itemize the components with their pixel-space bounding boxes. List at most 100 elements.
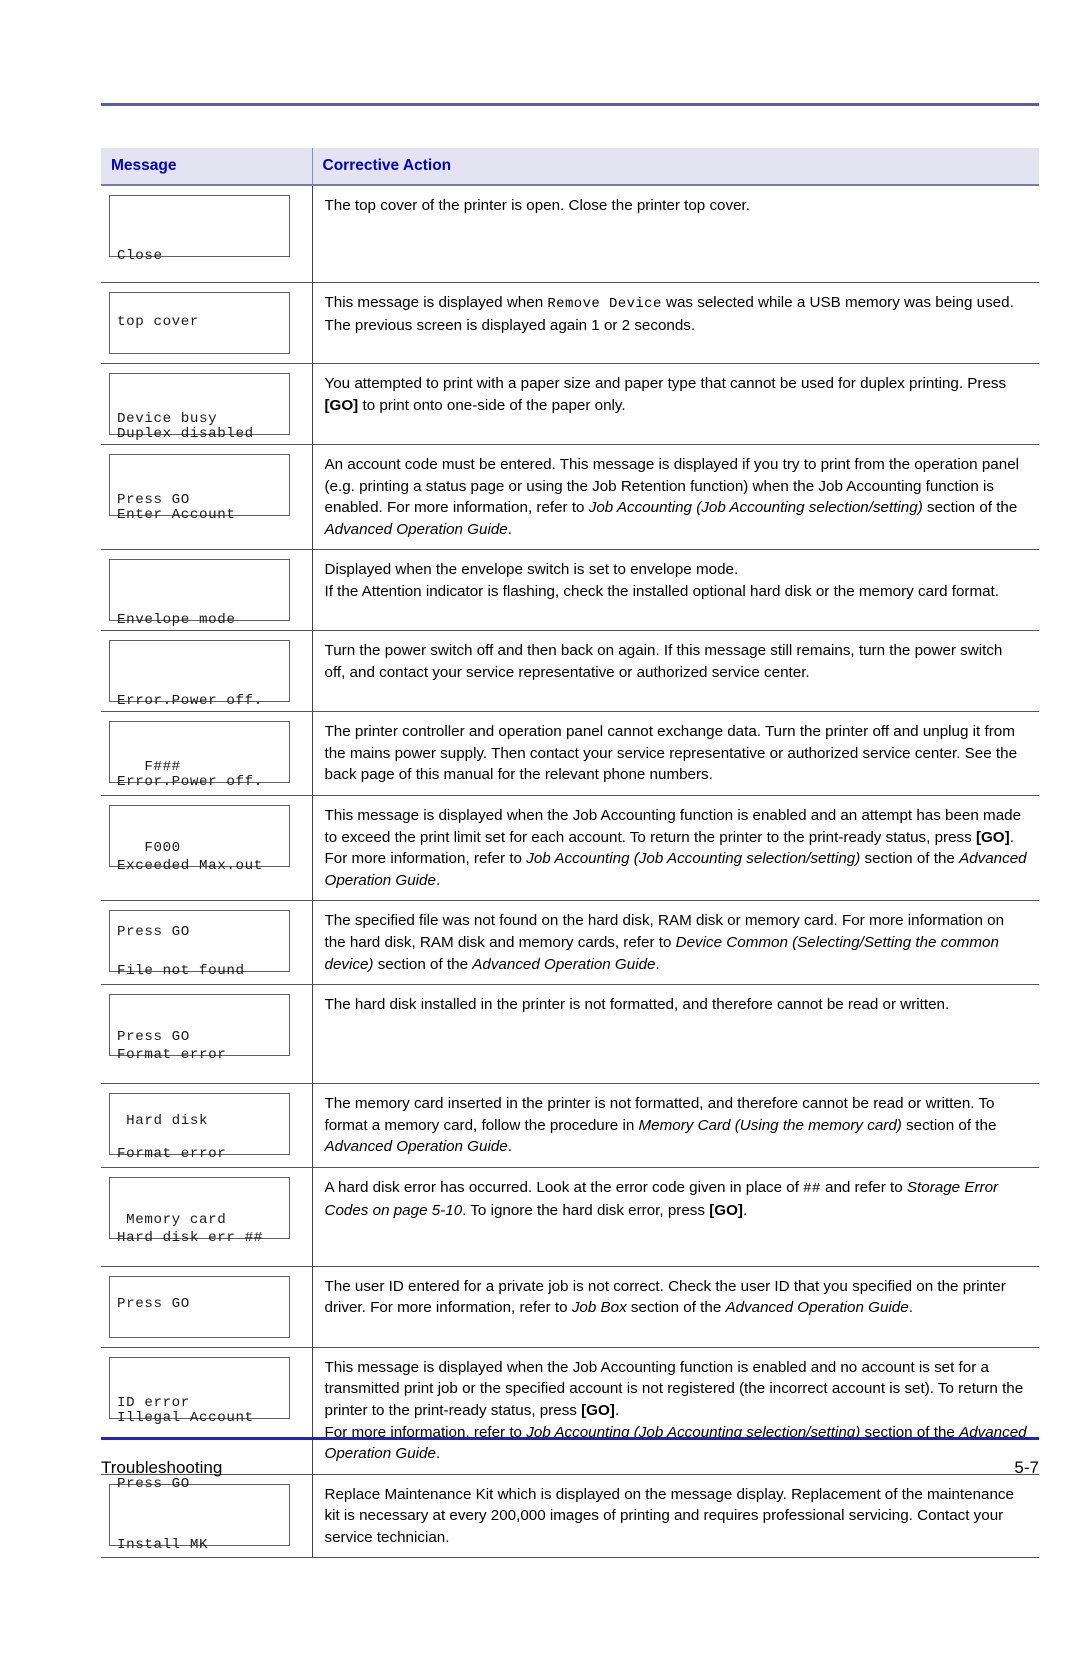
lcd-line-1: Illegal Account (117, 1409, 254, 1426)
lcd-line-1: Close (117, 248, 163, 264)
table-row: Error.Power off. F### Turn the power swi… (101, 630, 1039, 775)
action-text-b: section of the (922, 499, 1018, 517)
lcd-line-1: Exceeded Max.out (117, 858, 263, 875)
table-row: Format error Hard disk The hard disk ins… (101, 984, 1039, 1129)
action-text-a: This message is displayed when the Job A… (324, 807, 1022, 846)
action-paragraph: The user ID entered for a private job is… (325, 1276, 1028, 1319)
action-paragraph: The printer controller and operation pan… (324, 723, 1018, 784)
table-row: Install MK Replace Maintenance Kit which… (101, 1474, 1039, 1559)
action-text-c: . (507, 1138, 512, 1156)
lcd-line-1: Hard disk err ## (117, 1229, 263, 1246)
action-guide-title: Advanced Operation Guide (725, 1299, 909, 1317)
table-row: Duplex disabled Press GO You attempted t… (101, 363, 1039, 508)
corrective-action-cell: A hard disk error has occurred. Look at … (311, 1167, 1039, 1267)
lcd-line-1: Duplex disabled (117, 426, 254, 442)
action-paragraph: Displayed when the envelope switch is se… (324, 561, 739, 579)
action-mono-term: Remove Device (547, 296, 662, 312)
corrective-action-cell: Displayed when the envelope switch is se… (311, 549, 1039, 632)
corrective-action-cell: Turn the power switch off and then back … (311, 630, 1039, 713)
action-text-b: and refer to (820, 1178, 907, 1196)
table-row: Device busy This message is displayed wh… (101, 282, 1039, 427)
error-message-table: Message Corrective Action Close top cove… (101, 148, 1039, 1559)
action-paragraph: This message is displayed when Remove De… (325, 292, 1028, 315)
action-text-b: section of the (626, 1299, 726, 1317)
corrective-action-cell: You attempted to print with a paper size… (311, 363, 1039, 445)
lcd-line-1: Envelope mode (117, 612, 236, 629)
table-row: Enter Account An account code must be en… (101, 444, 1039, 551)
action-paragraph: This message is displayed when the Job A… (325, 1357, 1028, 1422)
action-text-a: This message is displayed when (324, 294, 548, 311)
table-row: Exceeded Max.out Press GO This message i… (101, 795, 1039, 940)
action-key-label: [GO] (709, 1201, 743, 1219)
action-paragraph: Replace Maintenance Kit which is display… (324, 1485, 1014, 1546)
table-row: ID error The user ID entered for a priva… (101, 1266, 1039, 1411)
action-text-b: . (614, 1401, 620, 1419)
document-page: Message Corrective Action Close top cove… (0, 0, 1080, 1559)
message-cell: Hard disk err ## Press GO (101, 1167, 312, 1312)
corrective-action-cell: The printer controller and operation pan… (311, 711, 1039, 797)
action-reference-title: Job Accounting (Job Accounting selection… (526, 850, 861, 868)
action-mono-term: ## (803, 1180, 821, 1197)
lcd-message-box: Duplex disabled Press GO (109, 373, 290, 508)
action-text-c: . (507, 520, 512, 538)
action-paragraph: The specified file was not found on the … (325, 910, 1028, 975)
action-paragraph: The hard disk installed in the printer i… (324, 996, 950, 1014)
action-key-label: [GO] (324, 396, 359, 414)
action-reference-title: Job Accounting (Job Accounting selection… (588, 499, 923, 517)
action-paragraph: The memory card inserted in the printer … (325, 1093, 1028, 1158)
table-row: Error.Power off. F000 The printer contro… (101, 711, 1039, 856)
footer-section-title: Troubleshooting (101, 1458, 223, 1477)
corrective-action-cell: The top cover of the printer is open. Cl… (311, 185, 1039, 283)
action-text-b: was selected while a USB memory was bein… (661, 294, 1014, 311)
lcd-line-1: Enter Account (117, 507, 236, 523)
corrective-action-cell: The specified file was not found on the … (311, 900, 1039, 986)
table-header-row: Message Corrective Action (101, 148, 1039, 186)
lcd-line-1: Format error (117, 1047, 227, 1064)
lcd-message-box: Close top cover (109, 195, 290, 330)
message-cell: Close top cover (101, 185, 312, 330)
action-text-b: . (1009, 828, 1014, 846)
action-text-c: . (655, 955, 660, 973)
action-reference-title: Job Box (571, 1299, 627, 1317)
lcd-line-1: Error.Power off. (117, 693, 263, 710)
action-reference-title: Memory Card (Using the memory card) (638, 1116, 902, 1134)
action-text-b: section of the (901, 1116, 997, 1134)
corrective-action-cell: The user ID entered for a private job is… (311, 1266, 1039, 1348)
action-paragraph: A hard disk error has occurred. Look at … (325, 1177, 1028, 1221)
column-header-message: Message (101, 148, 312, 186)
table-row: Close top cover The top cover of the pri… (101, 185, 1039, 330)
action-paragraph: This message is displayed when the Job A… (325, 805, 1028, 848)
action-text-c: . (435, 871, 441, 889)
lcd-line-1: Format error (117, 1146, 227, 1163)
action-key-label: [GO] (975, 828, 1010, 846)
lcd-line-1: File not found (117, 963, 245, 980)
lcd-message-box: Illegal Account Press GO (109, 1356, 290, 1492)
corrective-action-cell: This message is displayed when the Job A… (311, 795, 1039, 902)
corrective-action-cell: Replace Maintenance Kit which is display… (311, 1474, 1039, 1559)
message-cell: Format error Hard disk (101, 984, 312, 1129)
action-text-b: section of the (860, 850, 960, 868)
table-row: Hard disk err ## Press GO A hard disk er… (101, 1167, 1039, 1312)
action-key-label: [GO] (581, 1401, 615, 1419)
action-text-a: You attempted to print with a paper size… (324, 375, 1007, 392)
action-paragraph: If the Attention indicator is flashing, … (324, 582, 1000, 600)
action-text-b: to print onto one-side of the paper only… (358, 396, 626, 414)
column-header-corrective-action: Corrective Action (311, 148, 1039, 186)
action-paragraph: The top cover of the printer is open. Cl… (324, 197, 750, 214)
action-guide-title: Advanced Operation Guide (324, 1138, 508, 1156)
corrective-action-cell: An account code must be entered. This me… (311, 444, 1039, 551)
action-text-c: . To ignore the hard disk error, press (462, 1201, 710, 1219)
corrective-action-cell: This message is displayed when Remove De… (311, 282, 1039, 364)
corrective-action-cell: The hard disk installed in the printer i… (311, 984, 1039, 1085)
corrective-action-cell: The memory card inserted in the printer … (311, 1083, 1039, 1168)
footer-page-number: 5-7 (1014, 1458, 1039, 1477)
header-rule (101, 103, 1039, 106)
lcd-message-box: Error.Power off. F### (109, 640, 290, 775)
action-text-a: A hard disk error has occurred. Look at … (324, 1178, 804, 1196)
lcd-line-1: Install MK (117, 1536, 209, 1553)
action-paragraph: An account code must be entered. This me… (325, 454, 1028, 540)
action-text-a: This message is displayed when the Job A… (324, 1358, 1024, 1419)
action-text-b: section of the (373, 955, 473, 973)
footer-rule (101, 1437, 1039, 1440)
page-footer: Troubleshooting 5-7 (101, 1455, 1039, 1481)
